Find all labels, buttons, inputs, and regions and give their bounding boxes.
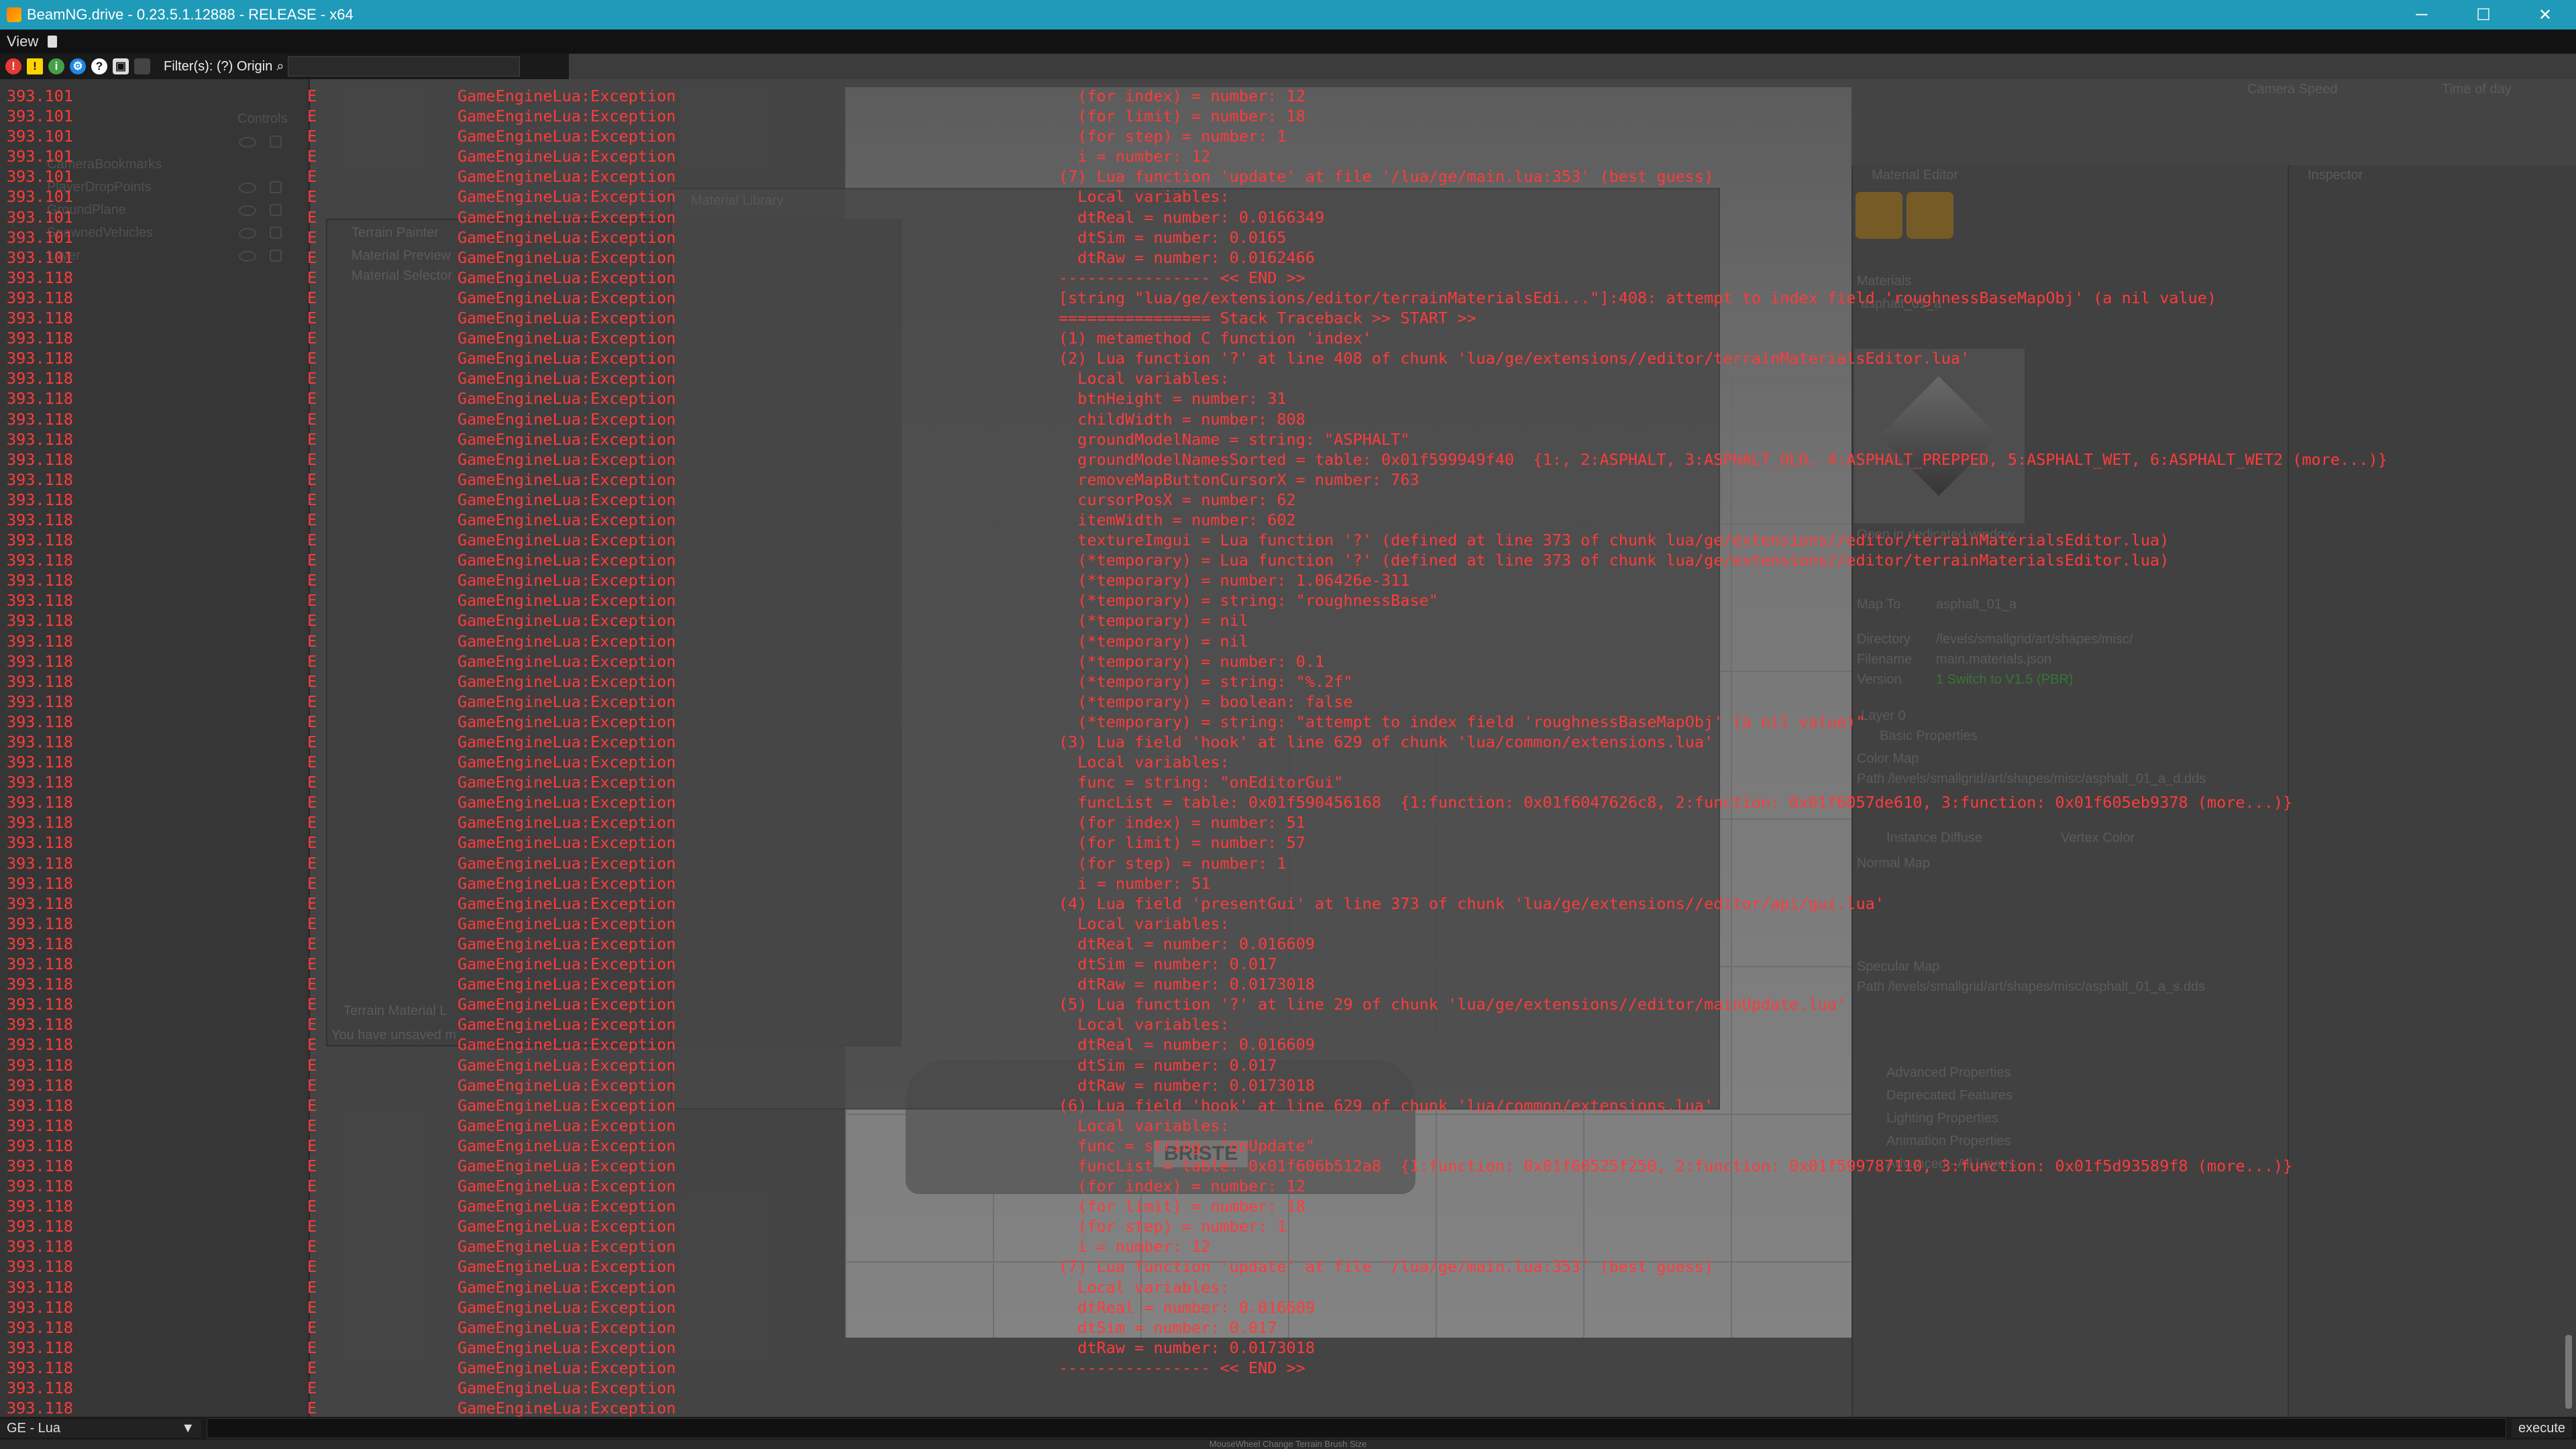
status-bar: MouseWheel Change Terrain Brush Size [0,1440,2576,1449]
chevron-down-icon: ▼ [181,1420,195,1436]
command-input[interactable] [207,1418,2506,1438]
warning-icon[interactable]: ! [27,58,43,74]
console-log[interactable]: 393.101 393.101 393.101 393.101 393.101 … [0,79,2576,1438]
command-bar: GE - Lua ▼ execute [0,1417,2576,1440]
app-icon [7,7,21,22]
scrollbar-thumb[interactable] [2565,1335,2572,1409]
menu-view[interactable]: View [7,33,38,50]
close-button[interactable]: ✕ [2514,0,2576,30]
console-level-column: E E E E E E E E E E E E E E E E E E E E … [307,87,317,1438]
execute-button[interactable]: execute [2512,1419,2572,1438]
console-time-column: 393.101 393.101 393.101 393.101 393.101 … [7,87,74,1438]
menu-bar: View [0,30,2576,54]
window-title: BeamNG.drive - 0.23.5.1.12888 - RELEASE … [27,6,354,23]
search-input[interactable] [288,56,521,76]
console-scrollbar[interactable] [2565,87,2572,1409]
vehicle-icon[interactable]: ▣ [113,58,129,74]
debug-icon[interactable]: ⚙ [70,58,86,74]
console-origin-column: GameEngineLua:Exception GameEngineLua:Ex… [458,87,676,1438]
filter-label: Filter(s): (?) Origin [164,58,273,74]
context-select[interactable]: GE - Lua ▼ [0,1419,201,1438]
trash-icon[interactable] [48,36,58,48]
title-bar: BeamNG.drive - 0.23.5.1.12888 - RELEASE … [0,0,2576,30]
search-icon: ⌕ [276,58,284,74]
context-select-value: GE - Lua [7,1420,61,1436]
console-message-column: (for index) = number: 12 (for limit) = n… [1059,87,2387,1377]
help-icon[interactable]: ? [91,58,107,74]
info-icon[interactable]: i [48,58,64,74]
error-icon[interactable]: ! [5,58,21,74]
minimize-button[interactable]: ─ [2391,0,2453,30]
category-icon[interactable] [134,58,150,74]
maximize-button[interactable]: ☐ [2453,0,2514,30]
window-controls: ─ ☐ ✕ [2391,0,2576,30]
console-toolbar: ! ! i ⚙ ? ▣ Filter(s): (?) Origin ⌕ [0,54,569,79]
